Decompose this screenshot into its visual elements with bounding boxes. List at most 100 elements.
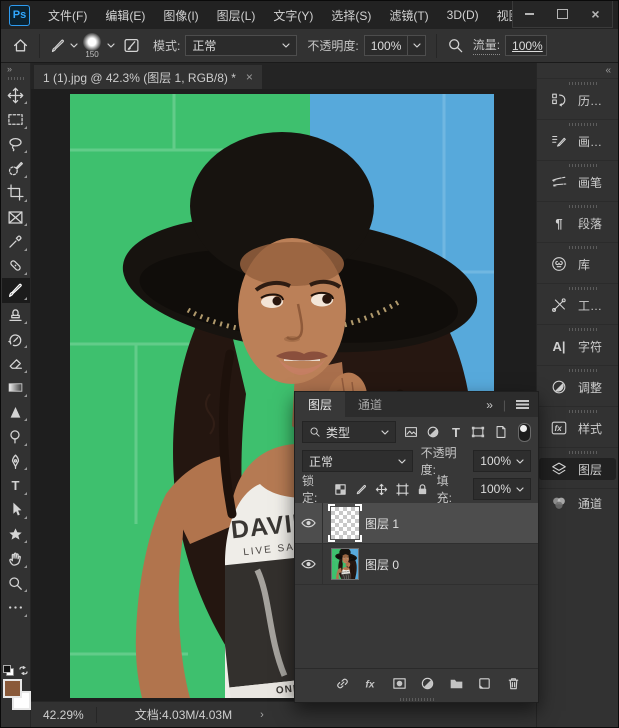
tool-lasso[interactable]	[2, 132, 30, 156]
layer-row-1[interactable]: 图层 1	[295, 503, 538, 544]
filter-shape-icon[interactable]	[471, 425, 486, 440]
tool-path-selection[interactable]	[2, 498, 30, 522]
minimize-button[interactable]	[513, 1, 546, 27]
default-colors-icon[interactable]	[3, 665, 14, 676]
foreground-color-swatch[interactable]	[3, 679, 22, 698]
visibility-toggle[interactable]	[295, 544, 323, 584]
zoom-level-field[interactable]: 42.29%	[31, 708, 96, 722]
tool-type[interactable]: T	[2, 473, 30, 497]
tool-hand[interactable]	[2, 546, 30, 570]
menu-edit[interactable]: 编辑(E)	[96, 7, 154, 24]
dock-collapse-icon[interactable]: «	[537, 63, 618, 79]
tab-channels[interactable]: 通道	[345, 392, 395, 417]
layer-name[interactable]: 图层 1	[365, 515, 399, 532]
flow-label[interactable]: 流量:	[473, 36, 500, 55]
tool-history-brush[interactable]	[2, 327, 30, 351]
menu-3d[interactable]: 3D(D)	[438, 8, 488, 22]
panel-button-brush-settings[interactable]: 画…	[537, 120, 618, 161]
search-button[interactable]	[447, 37, 464, 54]
toolbar-grip[interactable]	[8, 77, 24, 80]
lock-position-icon[interactable]	[375, 482, 389, 497]
brush-preset-picker[interactable]: 150	[83, 33, 101, 58]
tool-crop[interactable]	[2, 181, 30, 205]
lock-all-icon[interactable]	[416, 482, 430, 497]
layer-effects-icon[interactable]: fx	[362, 674, 380, 692]
tool-dodge[interactable]	[2, 424, 30, 448]
layer-thumbnail[interactable]	[331, 548, 359, 580]
adjustments-icon	[549, 377, 569, 397]
layer-name[interactable]: 图层 0	[365, 556, 399, 573]
mode-select[interactable]: 正常	[185, 35, 297, 56]
tool-quick-selection[interactable]	[2, 156, 30, 180]
tool-preset-picker[interactable]	[50, 38, 78, 54]
swap-colors-icon[interactable]	[18, 665, 29, 676]
lock-artboard-icon[interactable]	[395, 482, 409, 497]
toolbar-expand-icon[interactable]: »	[1, 63, 30, 76]
layer-thumbnail[interactable]	[331, 507, 359, 539]
menu-layer[interactable]: 图层(L)	[208, 7, 265, 24]
tab-close-icon[interactable]: ×	[246, 70, 253, 84]
blend-mode-select[interactable]: 正常	[302, 450, 413, 472]
add-mask-icon[interactable]	[390, 674, 408, 692]
tool-gradient[interactable]	[2, 376, 30, 400]
panel-button-paragraph[interactable]: ¶段落	[537, 202, 618, 243]
menu-type[interactable]: 文字(Y)	[264, 7, 322, 24]
delete-layer-icon[interactable]	[504, 674, 522, 692]
link-layers-icon[interactable]	[333, 674, 351, 692]
new-adjustment-layer-icon[interactable]	[419, 674, 437, 692]
panel-menu-icon[interactable]	[516, 400, 529, 409]
filter-smart-object-icon[interactable]	[494, 425, 509, 440]
panel-button-styles[interactable]: fx样式	[537, 407, 618, 448]
opacity-field[interactable]: 100%	[364, 35, 426, 56]
brush-settings-toggle[interactable]	[123, 37, 140, 54]
tool-edit-toolbar[interactable]	[2, 595, 30, 619]
tool-brush[interactable]	[2, 278, 30, 302]
panel-button-channels[interactable]: 通道	[537, 489, 618, 517]
new-layer-icon[interactable]	[476, 674, 494, 692]
panel-button-brushes[interactable]: 画笔	[537, 161, 618, 202]
tool-spot-healing-brush[interactable]	[2, 254, 30, 278]
close-button[interactable]: ×	[579, 1, 612, 27]
home-button[interactable]	[12, 37, 29, 54]
layer-opacity-field[interactable]: 100%	[473, 450, 531, 472]
panel-resize-grip[interactable]	[295, 697, 538, 702]
tool-pen[interactable]	[2, 449, 30, 473]
panel-button-layers[interactable]: 图层	[537, 448, 618, 489]
flow-field[interactable]: 100%	[505, 35, 547, 56]
filter-adjustment-icon[interactable]	[426, 425, 441, 440]
fill-field[interactable]: 100%	[473, 478, 531, 500]
menu-image[interactable]: 图像(I)	[154, 7, 207, 24]
filter-type-icon[interactable]: T	[449, 425, 464, 440]
tool-eyedropper[interactable]	[2, 229, 30, 253]
filter-toggle[interactable]	[518, 423, 531, 442]
filter-pixel-icon[interactable]	[404, 425, 419, 440]
filter-type-select[interactable]: 类型	[302, 421, 396, 443]
new-group-icon[interactable]	[447, 674, 465, 692]
tool-blur[interactable]	[2, 400, 30, 424]
lock-transparency-icon[interactable]	[334, 482, 348, 497]
panel-collapse-icon[interactable]: »	[486, 398, 493, 412]
document-tab[interactable]: 1 (1).jpg @ 42.3% (图层 1, RGB/8) * ×	[34, 65, 262, 89]
tool-move[interactable]	[2, 83, 30, 107]
layer-row-0[interactable]: 图层 0	[295, 544, 538, 585]
tool-rectangular-marquee[interactable]	[2, 107, 30, 131]
menu-select[interactable]: 选择(S)	[322, 7, 380, 24]
tool-eraser[interactable]	[2, 351, 30, 375]
lock-pixels-icon[interactable]	[354, 482, 368, 497]
tool-frame[interactable]	[2, 205, 30, 229]
chevron-down-icon[interactable]	[107, 43, 115, 48]
tool-custom-shape[interactable]	[2, 522, 30, 546]
menu-filter[interactable]: 滤镜(T)	[380, 7, 437, 24]
panel-button-adjustments[interactable]: 调整	[537, 366, 618, 407]
tool-clone-stamp[interactable]	[2, 303, 30, 327]
status-popup-chevron[interactable]: ›	[260, 709, 264, 721]
panel-button-history[interactable]: 历…	[537, 79, 618, 120]
visibility-toggle[interactable]	[295, 503, 323, 543]
tool-zoom[interactable]	[2, 571, 30, 595]
menu-file[interactable]: 文件(F)	[39, 7, 96, 24]
tab-layers[interactable]: 图层	[295, 392, 345, 417]
panel-button-character[interactable]: A|字符	[537, 325, 618, 366]
maximize-button[interactable]	[546, 1, 579, 27]
panel-button-libraries[interactable]: 库	[537, 243, 618, 284]
panel-button-tool-presets[interactable]: 工…	[537, 284, 618, 325]
